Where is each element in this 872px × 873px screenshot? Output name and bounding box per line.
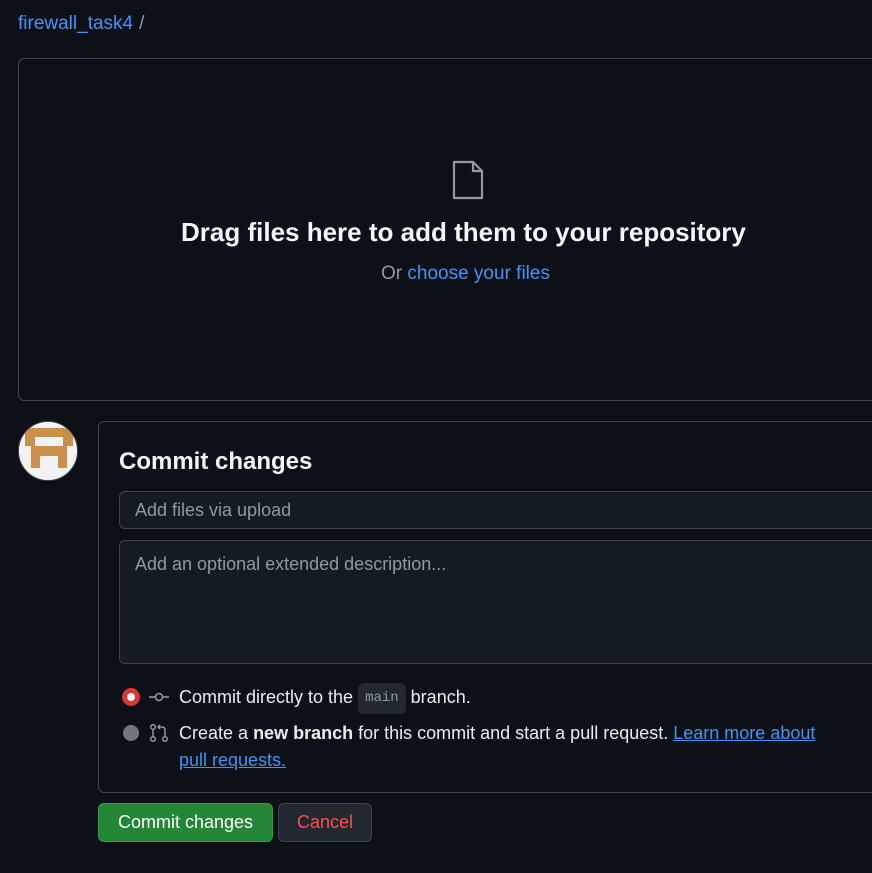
file-dropzone[interactable]: Drag files here to add them to your repo… <box>18 58 872 401</box>
new-branch-suffix: for this commit and start a pull request… <box>358 723 669 743</box>
new-branch-option[interactable]: Create a new branch for this commit and … <box>123 720 823 774</box>
dropzone-or-text: Or <box>381 263 403 284</box>
breadcrumb-repo-link[interactable]: firewall_task4 <box>18 12 133 36</box>
upload-files-page: firewall_task4 / Drag files here to add … <box>0 0 872 873</box>
commit-description-input[interactable] <box>119 540 872 664</box>
commit-heading: Commit changes <box>119 448 313 475</box>
branch-name-badge: main <box>358 683 406 714</box>
dropzone-title: Drag files here to add them to your repo… <box>181 217 746 247</box>
commit-summary-input[interactable] <box>119 491 872 529</box>
commit-direct-prefix: Commit directly to the <box>179 687 354 707</box>
commit-direct-option[interactable]: Commit directly to the main branch. <box>123 683 471 715</box>
new-branch-bold: new branch <box>253 723 354 743</box>
git-commit-icon <box>149 692 169 702</box>
breadcrumb: firewall_task4 / <box>18 12 144 36</box>
breadcrumb-separator: / <box>139 13 145 34</box>
new-branch-prefix: Create a <box>179 723 249 743</box>
avatar[interactable] <box>18 421 78 481</box>
git-pull-request-icon <box>149 724 169 742</box>
file-icon <box>452 160 484 200</box>
new-branch-radio[interactable] <box>123 725 139 741</box>
identicon-avatar-icon <box>19 422 77 480</box>
commit-form: Commit changes Commit directly to the ma… <box>98 421 872 793</box>
commit-direct-suffix: branch. <box>410 687 471 707</box>
commit-changes-button[interactable]: Commit changes <box>98 803 273 842</box>
dropzone-subtitle: Or choose your files <box>381 263 550 285</box>
new-branch-text: Create a new branch for this commit and … <box>179 720 823 774</box>
choose-files-link[interactable]: choose your files <box>407 263 550 284</box>
cancel-button[interactable]: Cancel <box>278 803 372 842</box>
commit-direct-radio[interactable] <box>123 689 139 705</box>
